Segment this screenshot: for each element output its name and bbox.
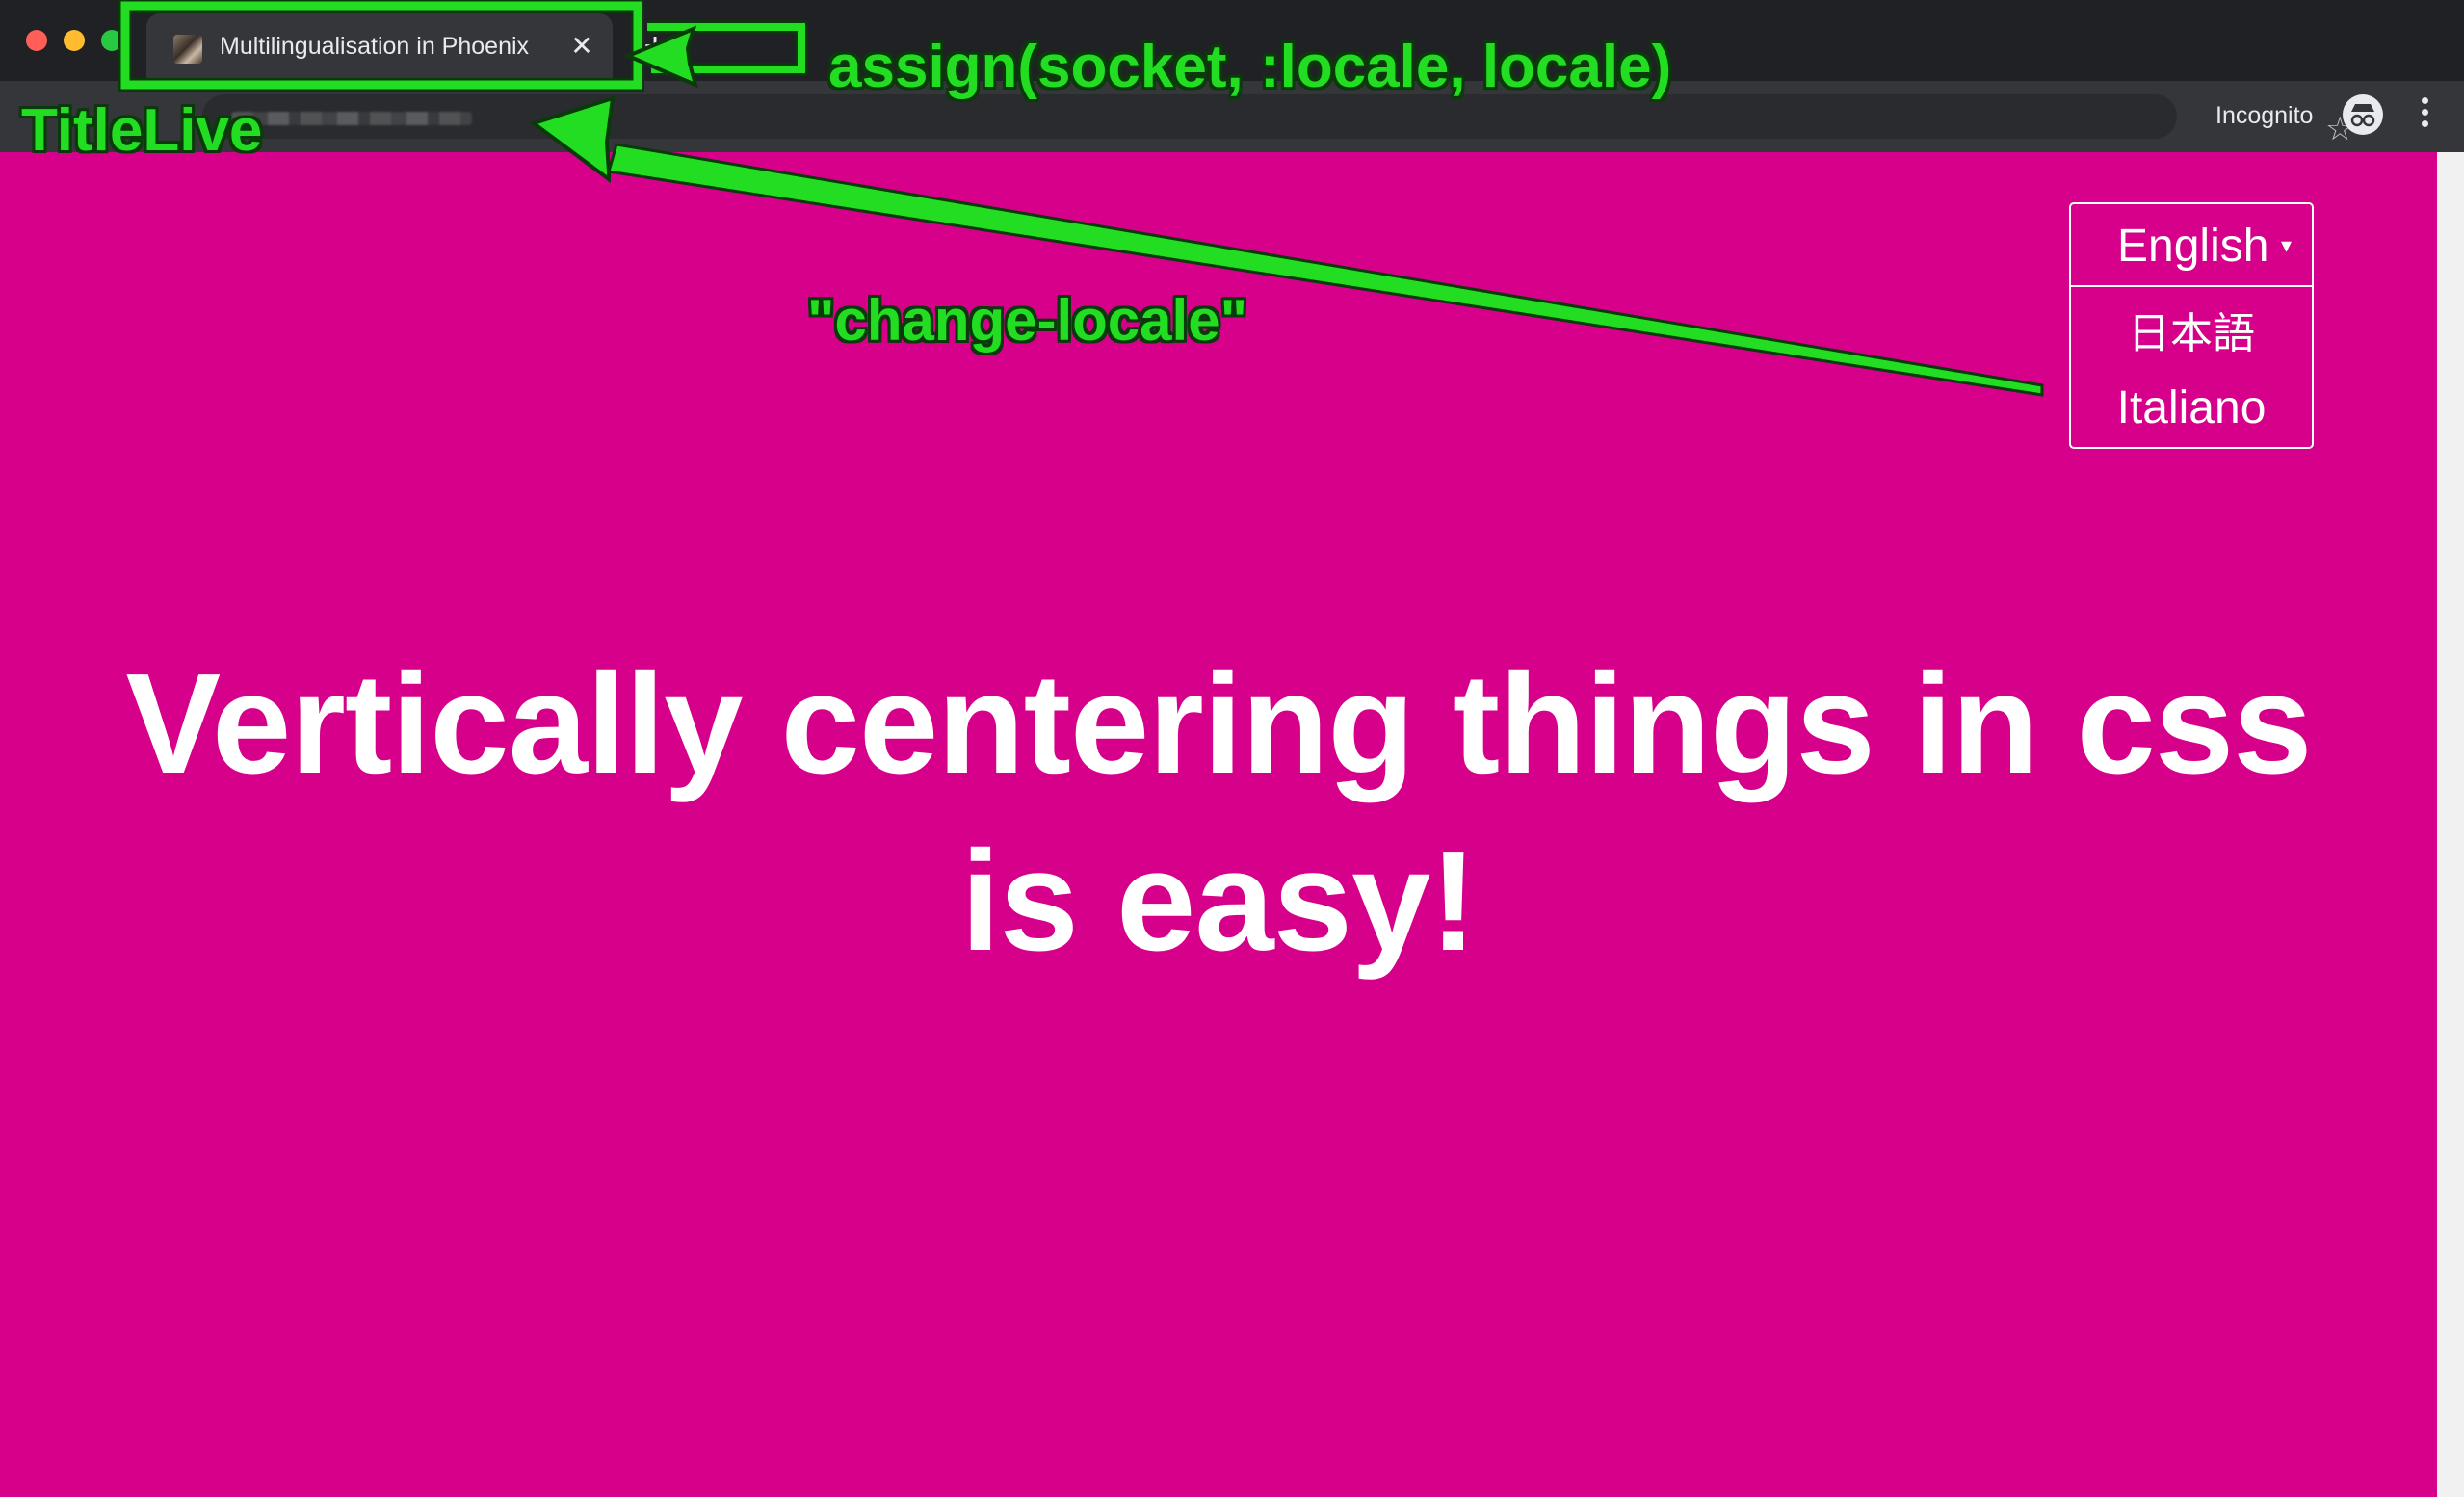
change-locale-arrow-shaft bbox=[607, 143, 2044, 397]
annotation-change-locale: "change-locale" bbox=[807, 288, 1248, 353]
annotation-assign: assign(socket, :locale, locale) bbox=[828, 34, 1672, 100]
tab-highlight-box bbox=[120, 1, 642, 90]
change-locale-arrow-head bbox=[529, 95, 616, 183]
annotation-title-live: TitleLive bbox=[21, 97, 263, 164]
tab-highlight-box-shadow bbox=[118, 0, 644, 92]
browser-window: Multilingualisation in Phoenix ✕ + ☆ Inc… bbox=[0, 0, 2464, 1497]
annotation-overlay bbox=[118, 0, 2044, 397]
